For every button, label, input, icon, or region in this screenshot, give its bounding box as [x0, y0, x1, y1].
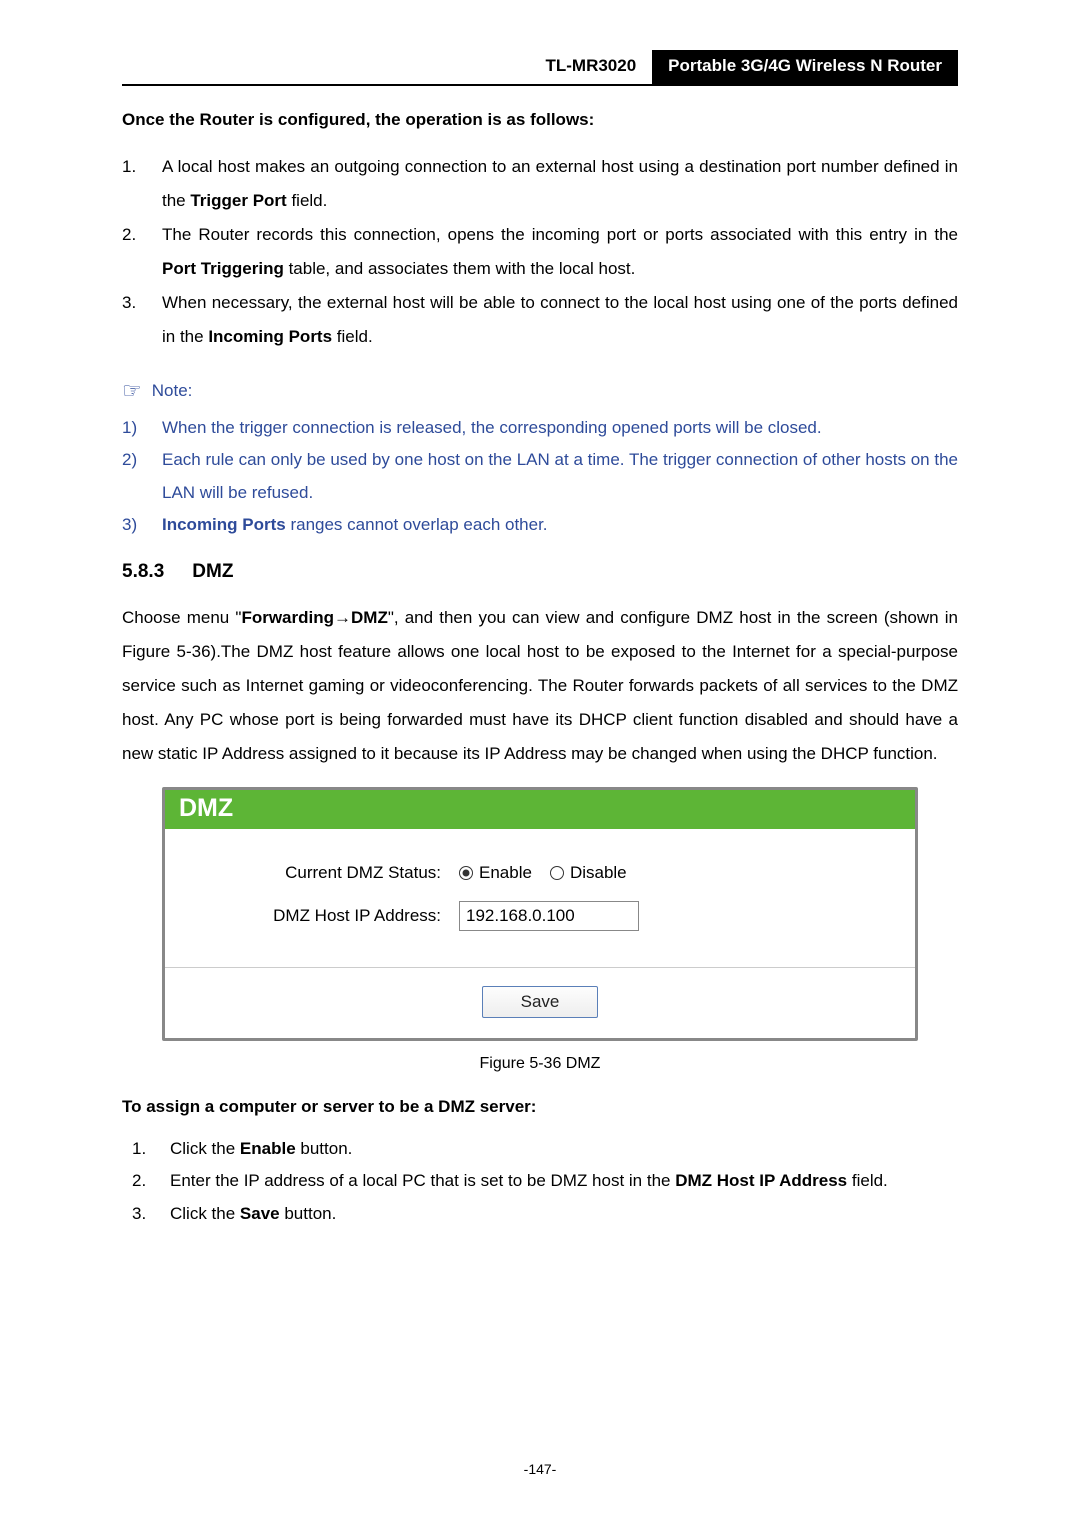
- panel-body: Current DMZ Status: Enable Disable DMZ H…: [165, 829, 915, 957]
- item-number: 3.: [122, 286, 136, 320]
- note-list: 1) When the trigger connection is releas…: [122, 412, 958, 541]
- figure-caption: Figure 5-36 DMZ: [122, 1055, 958, 1073]
- pointer-icon: ☞: [122, 378, 142, 404]
- status-label: Current DMZ Status:: [189, 863, 459, 883]
- assign-heading: To assign a computer or server to be a D…: [122, 1097, 958, 1117]
- item-bold: Incoming Ports: [208, 327, 332, 346]
- item-number: 2): [122, 444, 137, 476]
- item-number: 1.: [122, 150, 136, 184]
- list-item: 1) When the trigger connection is releas…: [122, 412, 958, 444]
- item-bold: Trigger Port: [190, 191, 286, 210]
- enable-label: Enable: [479, 863, 532, 883]
- text: ", and then you can view and configure D…: [122, 608, 958, 763]
- item-number: 2.: [132, 1165, 146, 1197]
- item-text: field.: [332, 327, 373, 346]
- item-text: field.: [847, 1171, 888, 1190]
- list-item: 3) Incoming Ports ranges cannot overlap …: [122, 509, 958, 541]
- section-title: DMZ: [192, 561, 233, 582]
- page-number: -147-: [0, 1461, 1080, 1477]
- item-number: 1.: [132, 1133, 146, 1165]
- item-text: button.: [296, 1139, 353, 1158]
- item-number: 3.: [132, 1198, 146, 1230]
- operation-steps-list: 1. A local host makes an outgoing connec…: [122, 150, 958, 354]
- page-header: TL-MR3020 Portable 3G/4G Wireless N Rout…: [122, 50, 958, 86]
- item-bold: Enable: [240, 1139, 296, 1158]
- note-label: Note:: [152, 381, 193, 401]
- radio-disable[interactable]: [550, 866, 564, 880]
- radio-enable[interactable]: [459, 866, 473, 880]
- item-text: ranges cannot overlap each other.: [286, 515, 548, 534]
- save-button[interactable]: Save: [482, 986, 599, 1018]
- bold-text: Forwarding: [241, 608, 334, 627]
- note-header: ☞ Note:: [122, 378, 958, 404]
- text: Choose menu ": [122, 608, 241, 627]
- panel-footer: Save: [165, 967, 915, 1038]
- dmz-ip-row: DMZ Host IP Address:: [189, 901, 891, 931]
- item-text: The Router records this connection, open…: [162, 225, 958, 244]
- item-number: 1): [122, 412, 137, 444]
- header-title: Portable 3G/4G Wireless N Router: [652, 50, 958, 84]
- list-item: 1. Click the Enable button.: [132, 1133, 958, 1165]
- item-number: 3): [122, 509, 137, 541]
- panel-title: DMZ: [165, 790, 915, 829]
- dmz-status-row: Current DMZ Status: Enable Disable: [189, 863, 891, 883]
- dmz-host-ip-input[interactable]: [459, 901, 639, 931]
- list-item: 2. The Router records this connection, o…: [122, 218, 958, 286]
- dmz-description: Choose menu "Forwarding→DMZ", and then y…: [122, 601, 958, 771]
- list-item: 2. Enter the IP address of a local PC th…: [132, 1165, 958, 1197]
- item-bold: DMZ Host IP Address: [675, 1171, 847, 1190]
- list-item: 2) Each rule can only be used by one hos…: [122, 444, 958, 509]
- list-item: 3. Click the Save button.: [132, 1198, 958, 1230]
- arrow-icon: →: [334, 608, 351, 627]
- status-value: Enable Disable: [459, 863, 627, 883]
- dmz-panel-figure: DMZ Current DMZ Status: Enable Disable D…: [162, 787, 918, 1041]
- item-text: field.: [287, 191, 328, 210]
- item-bold: Save: [240, 1204, 280, 1223]
- item-text: table, and associates them with the loca…: [284, 259, 636, 278]
- item-bold: Incoming Ports: [162, 515, 286, 534]
- item-text: Each rule can only be used by one host o…: [162, 450, 958, 501]
- bold-text: DMZ: [351, 608, 388, 627]
- section-heading: 5.8.3 DMZ: [122, 561, 958, 583]
- item-text: Click the: [170, 1139, 240, 1158]
- disable-label: Disable: [570, 863, 627, 883]
- item-text: Click the: [170, 1204, 240, 1223]
- ip-label: DMZ Host IP Address:: [189, 906, 459, 926]
- item-text: When the trigger connection is released,…: [162, 418, 822, 437]
- intro-heading: Once the Router is configured, the opera…: [122, 110, 958, 130]
- list-item: 3. When necessary, the external host wil…: [122, 286, 958, 354]
- assign-steps-list: 1. Click the Enable button. 2. Enter the…: [122, 1133, 958, 1230]
- header-model: TL-MR3020: [529, 50, 652, 84]
- item-bold: Port Triggering: [162, 259, 284, 278]
- section-number: 5.8.3: [122, 561, 164, 583]
- item-text: button.: [280, 1204, 337, 1223]
- item-text: Enter the IP address of a local PC that …: [170, 1171, 675, 1190]
- item-number: 2.: [122, 218, 136, 252]
- list-item: 1. A local host makes an outgoing connec…: [122, 150, 958, 218]
